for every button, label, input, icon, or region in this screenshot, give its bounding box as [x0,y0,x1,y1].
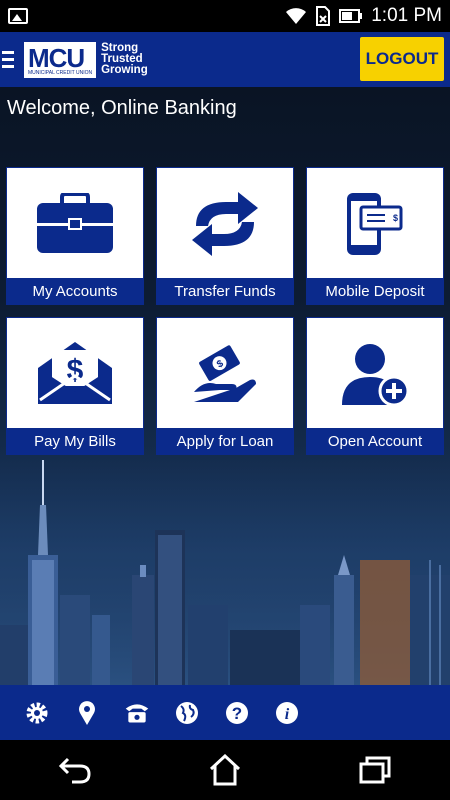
recent-apps-icon[interactable] [358,755,392,785]
main-dashboard: Welcome, Online Banking My Accounts Tran… [0,87,450,685]
mobile-deposit-icon: $ [347,193,403,255]
add-user-icon [342,344,410,407]
bill-envelope-icon: $ [38,342,112,404]
wifi-icon [286,8,307,24]
battery-icon [339,9,363,23]
svg-text:i: i [285,706,290,723]
menu-icon[interactable] [0,32,22,87]
clock: 1:01 PM [371,5,442,26]
tile-label: Pay My Bills [7,428,143,454]
tile-label: Apply for Loan [157,428,293,454]
globe-icon[interactable] [174,700,200,726]
tile-mobile-deposit[interactable]: $ Mobile Deposit [306,167,444,305]
tile-transfer-funds[interactable]: Transfer Funds [156,167,294,305]
phone-icon[interactable] [124,700,150,726]
logo-tagline: Strong Trusted Growing [101,42,148,76]
loan-hand-icon: $ [194,345,256,402]
svg-text:$: $ [393,213,398,223]
status-bar: 1:01 PM [0,0,450,32]
tile-label: Transfer Funds [157,278,293,304]
home-icon[interactable] [208,754,242,786]
bottom-toolbar: ? i [0,685,450,740]
tile-my-accounts[interactable]: My Accounts [6,167,144,305]
welcome-message: Welcome, Online Banking [7,97,237,119]
tile-label: Open Account [307,428,443,454]
no-sim-icon [316,6,331,26]
tile-label: Mobile Deposit [307,278,443,304]
svg-text:$: $ [67,354,84,387]
gear-icon[interactable] [24,700,50,726]
image-notification-icon [8,8,28,24]
tile-apply-for-loan[interactable]: $ Apply for Loan [156,317,294,455]
logo-subtext: MUNICIPAL CREDIT UNION [28,69,93,76]
location-pin-icon[interactable] [74,700,100,726]
system-navigation-bar [0,740,450,800]
svg-text:?: ? [232,704,242,723]
tile-open-account[interactable]: Open Account [306,317,444,455]
transfer-arrows-icon [192,192,258,256]
info-icon[interactable]: i [274,700,300,726]
city-skyline-background [0,445,450,685]
tile-pay-my-bills[interactable]: $ Pay My Bills [6,317,144,455]
app-header: MCU MUNICIPAL CREDIT UNION Strong Truste… [0,32,450,87]
logo-text: MCU [28,42,85,73]
help-icon[interactable]: ? [224,700,250,726]
logout-button[interactable]: LOGOUT [360,37,444,81]
mcu-logo: MCU MUNICIPAL CREDIT UNION Strong Truste… [24,41,148,78]
back-icon[interactable] [58,755,92,785]
briefcase-icon [37,193,113,253]
tile-label: My Accounts [7,278,143,304]
